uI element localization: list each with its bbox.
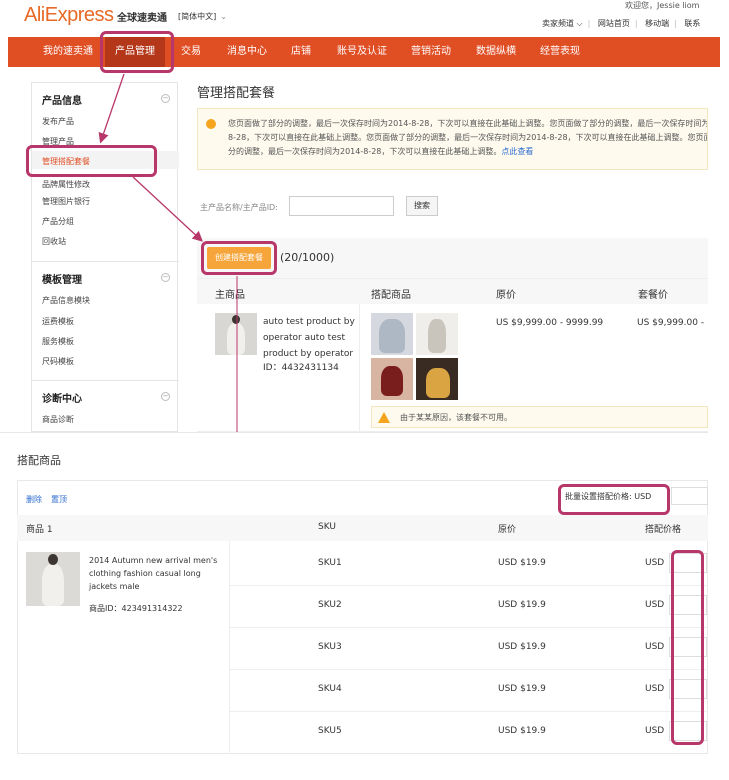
sku-original-price: USD $19.9 (498, 726, 546, 736)
sku-original-price: USD $19.9 (498, 642, 546, 652)
divider (229, 627, 708, 628)
divider (229, 669, 708, 670)
bundle-product-id: 商品ID：423491314322 (89, 604, 183, 613)
divider (0, 432, 708, 433)
highlight-box-bulk-price (558, 484, 670, 515)
divider (229, 541, 230, 754)
divider (229, 585, 708, 586)
column-header-bundle-price: 搭配价格 (645, 525, 682, 535)
column-header-sku: SKU (318, 522, 336, 532)
sku-currency: USD (645, 684, 665, 694)
bundle-product-name[interactable]: 2014 Autumn new arrival men's clothing f… (89, 554, 224, 593)
pin-top-link[interactable]: 置顶 (51, 494, 67, 505)
delete-link[interactable]: 删除 (26, 494, 42, 505)
bundle-products-title: 搭配商品 (17, 454, 61, 467)
column-header-product: 商品 1 (26, 525, 53, 535)
sku-name: SKU1 (318, 558, 342, 568)
bundle-product-image[interactable] (26, 552, 80, 606)
sku-currency: USD (645, 558, 665, 568)
sku-name: SKU3 (318, 642, 342, 652)
sku-currency: USD (645, 642, 665, 652)
sku-original-price: USD $19.9 (498, 684, 546, 694)
sku-name: SKU4 (318, 684, 342, 694)
bundle-table-header (17, 515, 708, 541)
arrow-sidebar-to-create (132, 176, 203, 242)
highlight-box-price-inputs (671, 550, 704, 745)
sku-original-price: USD $19.9 (498, 558, 546, 568)
sku-currency: USD (645, 600, 665, 610)
bulk-price-input[interactable] (671, 487, 708, 505)
divider (229, 711, 708, 712)
column-header-original-price: 原价 (498, 525, 517, 535)
arrow-nav-to-sidebar (98, 73, 125, 144)
sku-name: SKU2 (318, 600, 342, 610)
sku-name: SKU5 (318, 726, 342, 736)
sku-currency: USD (645, 726, 665, 736)
sku-original-price: USD $19.9 (498, 600, 546, 610)
